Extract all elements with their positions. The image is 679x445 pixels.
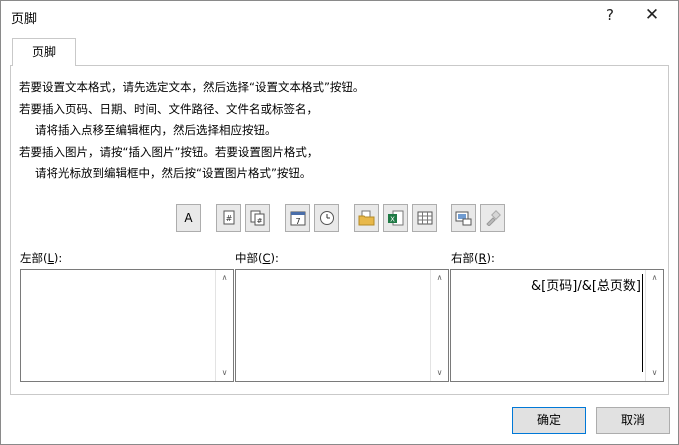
insert-date-button[interactable]: 7 bbox=[285, 204, 310, 232]
svg-text:#: # bbox=[256, 217, 262, 225]
left-section-label: 左部(L): bbox=[20, 250, 62, 266]
picture-icon bbox=[455, 211, 472, 226]
sheet-icon bbox=[417, 211, 432, 225]
right-section-label: 右部(R): bbox=[451, 250, 495, 266]
cancel-button[interactable]: 取消 bbox=[596, 407, 670, 434]
scroll-down-icon[interactable]: ∨ bbox=[216, 366, 233, 380]
ok-button[interactable]: 确定 bbox=[512, 407, 586, 434]
instruction-line: 请将光标放到编辑框中，然后按“设置图片格式”按钮。 bbox=[35, 166, 312, 180]
right-section-editbox[interactable]: &[页码]/&[总页数] ∧ ∨ bbox=[450, 269, 664, 382]
text-caret bbox=[642, 274, 643, 372]
instruction-line: 若要设置文本格式，请先选定文本，然后选择“设置文本格式”按钮。 bbox=[19, 80, 365, 94]
label-accesskey: C bbox=[262, 251, 271, 265]
scroll-down-icon[interactable]: ∨ bbox=[646, 366, 663, 380]
center-scrollbar[interactable]: ∧ ∨ bbox=[430, 270, 448, 381]
svg-text:7: 7 bbox=[295, 217, 300, 226]
center-section-editbox[interactable]: ∧ ∨ bbox=[235, 269, 449, 382]
instructions: 若要设置文本格式，请先选定文本，然后选择“设置文本格式”按钮。 若要插入页码、日… bbox=[19, 77, 364, 185]
scroll-up-icon[interactable]: ∧ bbox=[216, 271, 233, 285]
label-text: ): bbox=[486, 251, 495, 265]
insert-time-button[interactable] bbox=[314, 204, 339, 232]
insert-sheet-name-button[interactable] bbox=[412, 204, 437, 232]
label-text: 右部( bbox=[451, 251, 479, 265]
format-text-button[interactable]: A bbox=[176, 204, 201, 232]
format-picture-button[interactable] bbox=[480, 204, 505, 232]
label-text: 左部( bbox=[20, 251, 48, 265]
scroll-down-icon[interactable]: ∨ bbox=[431, 366, 448, 380]
format-picture-icon bbox=[486, 210, 501, 226]
instruction-line: 若要插入页码、日期、时间、文件路径、文件名或标签名， bbox=[19, 101, 318, 116]
insert-file-path-button[interactable] bbox=[354, 204, 379, 232]
insert-picture-button[interactable] bbox=[451, 204, 476, 232]
left-scrollbar[interactable]: ∧ ∨ bbox=[215, 270, 233, 381]
insert-page-number-button[interactable]: # bbox=[216, 204, 241, 232]
tab-footer[interactable]: 页脚 bbox=[12, 38, 76, 66]
label-text: ): bbox=[270, 251, 279, 265]
clock-icon bbox=[319, 211, 334, 225]
excel-file-icon: X bbox=[388, 210, 404, 226]
label-accesskey: R bbox=[478, 251, 487, 265]
label-text: ): bbox=[53, 251, 63, 265]
scroll-up-icon[interactable]: ∧ bbox=[431, 271, 448, 285]
label-text: 中部( bbox=[235, 251, 263, 265]
window-title: 页脚 bbox=[11, 12, 38, 27]
svg-text:#: # bbox=[225, 214, 232, 223]
title-bar: 页脚 ? ✕ bbox=[1, 1, 678, 31]
footer-dialog: 页脚 ? ✕ 页脚 若要设置文本格式，请先选定文本，然后选择“设置文本格式”按钮… bbox=[0, 0, 679, 445]
left-section-editbox[interactable]: ∧ ∨ bbox=[20, 269, 234, 382]
calendar-icon: 7 bbox=[290, 211, 305, 226]
insert-total-pages-button[interactable]: # bbox=[245, 204, 270, 232]
right-scrollbar[interactable]: ∧ ∨ bbox=[645, 270, 663, 381]
instruction-line: 若要插入图片，请按“插入图片”按钮。若要设置图片格式， bbox=[19, 144, 319, 159]
instruction-line: 请将插入点移至编辑框内，然后选择相应按钮。 bbox=[35, 123, 277, 137]
svg-text:X: X bbox=[390, 216, 395, 224]
total-pages-icon: # bbox=[250, 210, 264, 226]
folder-icon bbox=[358, 210, 375, 226]
center-section-label: 中部(C): bbox=[235, 250, 279, 266]
help-button[interactable]: ? bbox=[590, 1, 630, 29]
scroll-up-icon[interactable]: ∧ bbox=[646, 271, 663, 285]
right-section-text: &[页码]/&[总页数] bbox=[531, 279, 641, 294]
insert-file-name-button[interactable]: X bbox=[383, 204, 408, 232]
format-text-icon: A bbox=[184, 211, 193, 225]
page-number-icon: # bbox=[223, 210, 234, 225]
close-button[interactable]: ✕ bbox=[632, 1, 672, 29]
